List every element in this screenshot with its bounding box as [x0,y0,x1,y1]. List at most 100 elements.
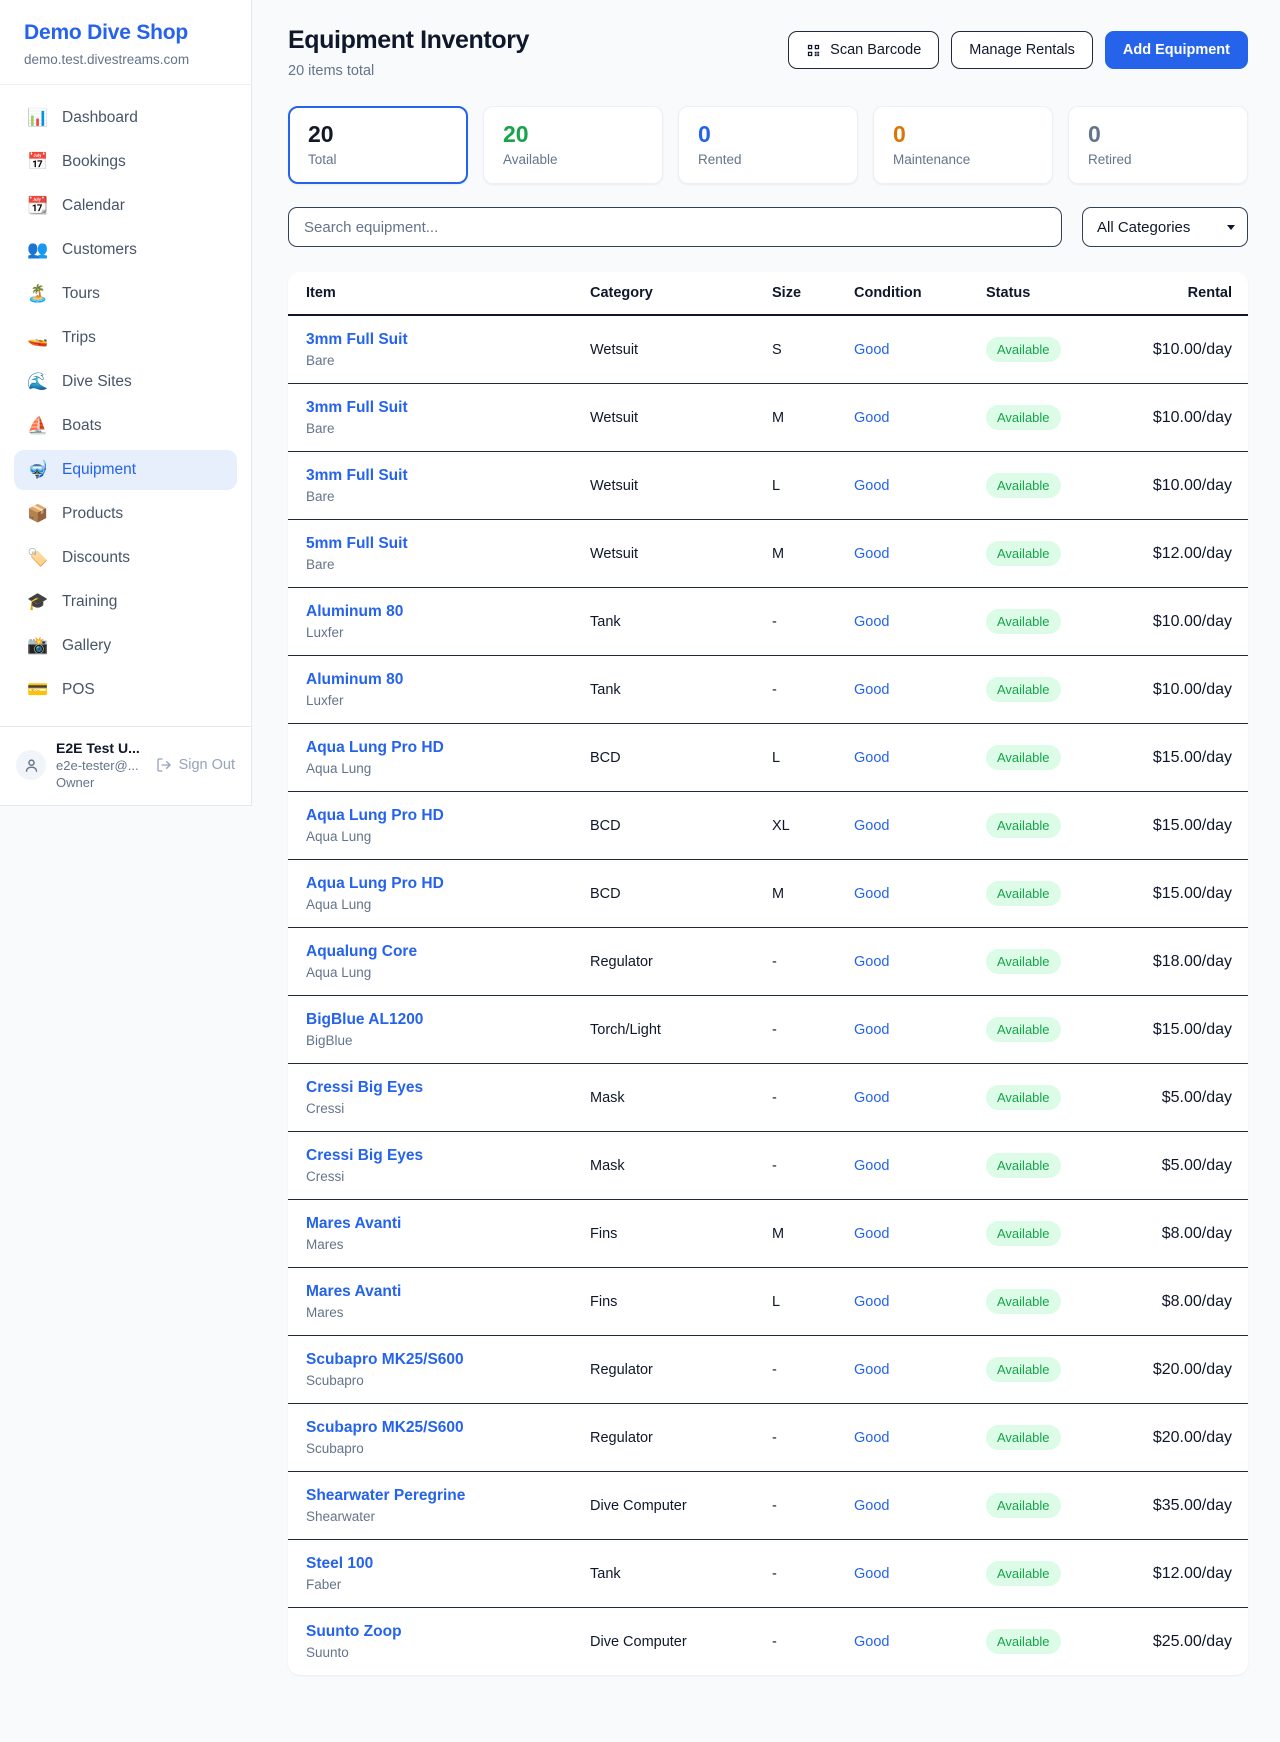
stat-card-available[interactable]: 20 Available [483,106,663,184]
item-name-link[interactable]: Suunto Zoop [306,1623,574,1641]
item-name-link[interactable]: 3mm Full Suit [306,399,574,417]
item-status-cell: Available [978,452,1128,520]
item-name-link[interactable]: Scubapro MK25/S600 [306,1351,574,1369]
add-equipment-button[interactable]: Add Equipment [1105,31,1248,69]
item-condition-link[interactable]: Good [846,384,978,452]
sidebar-item-equipment[interactable]: 🤿 Equipment [14,450,237,490]
item-name-link[interactable]: Aluminum 80 [306,603,574,621]
item-condition-link[interactable]: Good [846,1404,978,1472]
table-row: Aqua Lung Pro HD Aqua Lung BCD M Good Av… [288,860,1248,928]
stat-card-maintenance[interactable]: 0 Maintenance [873,106,1053,184]
sidebar-item-products[interactable]: 📦 Products [14,494,237,534]
item-name-link[interactable]: Shearwater Peregrine [306,1487,574,1505]
item-cell: Aqua Lung Pro HD Aqua Lung [288,792,582,860]
scan-barcode-button[interactable]: Scan Barcode [788,31,939,69]
status-badge: Available [986,745,1061,770]
item-category: Regulator [582,928,764,996]
item-condition-link[interactable]: Good [846,1064,978,1132]
sidebar-item-tours[interactable]: 🏝️ Tours [14,274,237,314]
sidebar-item-dashboard[interactable]: 📊 Dashboard [14,98,237,138]
add-equipment-label: Add Equipment [1123,42,1230,58]
item-condition-link[interactable]: Good [846,792,978,860]
item-name-link[interactable]: Cressi Big Eyes [306,1079,574,1097]
item-condition-link[interactable]: Good [846,928,978,996]
status-badge: Available [986,949,1061,974]
item-condition-link[interactable]: Good [846,1336,978,1404]
item-brand: Bare [306,421,574,436]
item-name-link[interactable]: Scubapro MK25/S600 [306,1419,574,1437]
sidebar-item-bookings[interactable]: 📅 Bookings [14,142,237,182]
sidebar-item-training[interactable]: 🎓 Training [14,582,237,622]
manage-rentals-button[interactable]: Manage Rentals [951,31,1093,69]
item-status-cell: Available [978,996,1128,1064]
item-name-link[interactable]: BigBlue AL1200 [306,1011,574,1029]
item-name-link[interactable]: Aqua Lung Pro HD [306,807,574,825]
item-condition-link[interactable]: Good [846,588,978,656]
item-name-link[interactable]: Cressi Big Eyes [306,1147,574,1165]
item-cell: Suunto Zoop Suunto [288,1608,582,1676]
item-name-link[interactable]: 5mm Full Suit [306,535,574,553]
item-name-link[interactable]: Aqua Lung Pro HD [306,875,574,893]
item-condition-link[interactable]: Good [846,1132,978,1200]
item-name-link[interactable]: Aqualung Core [306,943,574,961]
status-badge: Available [986,677,1061,702]
item-category: Tank [582,588,764,656]
item-condition-link[interactable]: Good [846,1200,978,1268]
sign-out-button[interactable]: Sign Out [156,757,235,773]
sidebar-item-gallery[interactable]: 📸 Gallery [14,626,237,666]
table-row: 3mm Full Suit Bare Wetsuit M Good Availa… [288,384,1248,452]
item-name-link[interactable]: Mares Avanti [306,1283,574,1301]
item-size: - [764,996,846,1064]
camera-flash-icon: 📸 [27,636,49,656]
sidebar-item-pos[interactable]: 💳 POS [14,670,237,710]
stat-card-total[interactable]: 20 Total [288,106,468,184]
sidebar-item-discounts[interactable]: 🏷️ Discounts [14,538,237,578]
item-status-cell: Available [978,1336,1128,1404]
item-condition-link[interactable]: Good [846,996,978,1064]
item-condition-link[interactable]: Good [846,452,978,520]
sidebar-item-customers[interactable]: 👥 Customers [14,230,237,270]
item-brand: Cressi [306,1101,574,1116]
item-condition-link[interactable]: Good [846,315,978,384]
table-row: 5mm Full Suit Bare Wetsuit M Good Availa… [288,520,1248,588]
item-name-link[interactable]: 3mm Full Suit [306,331,574,349]
sidebar-item-dive-sites[interactable]: 🌊 Dive Sites [14,362,237,402]
item-condition-link[interactable]: Good [846,860,978,928]
sidebar-item-calendar[interactable]: 📆 Calendar [14,186,237,226]
item-status-cell: Available [978,928,1128,996]
item-cell: Aqua Lung Pro HD Aqua Lung [288,724,582,792]
item-name-link[interactable]: Aqua Lung Pro HD [306,739,574,757]
item-condition-link[interactable]: Good [846,1268,978,1336]
search-input[interactable] [288,207,1062,247]
item-condition-link[interactable]: Good [846,1540,978,1608]
sidebar-item-boats[interactable]: ⛵ Boats [14,406,237,446]
stat-card-rented[interactable]: 0 Rented [678,106,858,184]
stat-card-retired[interactable]: 0 Retired [1068,106,1248,184]
item-condition-link[interactable]: Good [846,520,978,588]
status-badge: Available [986,1221,1061,1246]
people-icon: 👥 [27,240,49,260]
table-row: Cressi Big Eyes Cressi Mask - Good Avail… [288,1064,1248,1132]
stat-value: 0 [1088,121,1228,148]
category-select[interactable]: All Categories [1082,207,1248,247]
item-condition-link[interactable]: Good [846,656,978,724]
item-name-link[interactable]: 3mm Full Suit [306,467,574,485]
item-status-cell: Available [978,1608,1128,1676]
item-brand: Faber [306,1577,574,1592]
item-status-cell: Available [978,1472,1128,1540]
item-name-link[interactable]: Steel 100 [306,1555,574,1573]
item-name-link[interactable]: Mares Avanti [306,1215,574,1233]
sidebar-item-trips[interactable]: 🚤 Trips [14,318,237,358]
table-row: Aqua Lung Pro HD Aqua Lung BCD L Good Av… [288,724,1248,792]
item-condition-link[interactable]: Good [846,724,978,792]
item-rental: $15.00/day [1128,724,1248,792]
column-header-category: Category [582,272,764,315]
item-condition-link[interactable]: Good [846,1608,978,1676]
item-name-link[interactable]: Aluminum 80 [306,671,574,689]
item-status-cell: Available [978,588,1128,656]
stat-label: Rented [698,152,838,167]
item-rental: $5.00/day [1128,1132,1248,1200]
shop-name[interactable]: Demo Dive Shop [24,21,227,45]
status-badge: Available [986,1561,1061,1586]
item-condition-link[interactable]: Good [846,1472,978,1540]
